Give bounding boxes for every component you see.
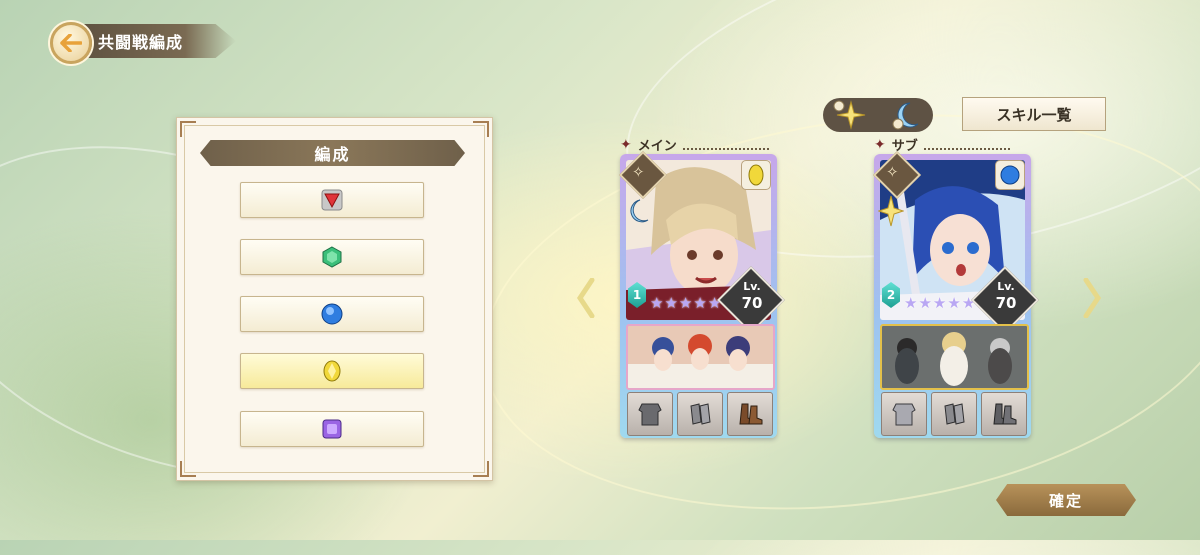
star-icon: ★ — [693, 294, 707, 312]
equipment-slot-gloves[interactable] — [677, 392, 723, 436]
equipment-slot-armor[interactable] — [881, 392, 927, 436]
corner-ornament — [180, 121, 196, 137]
skill-list-button[interactable]: スキル一覧 — [962, 97, 1106, 131]
corner-ornament — [180, 461, 196, 477]
armor-icon — [638, 403, 662, 426]
purple-square-gem-icon — [321, 418, 343, 440]
back-button[interactable] — [50, 22, 92, 64]
star-rating: ★ ★ ★ ★ ★ — [650, 294, 721, 312]
formation-title-bar: 編成 — [200, 140, 465, 166]
yellow-element-gem-icon — [748, 164, 764, 186]
armor-icon — [892, 403, 916, 426]
skill-mode-toggle[interactable] — [823, 98, 933, 132]
dotted-divider — [682, 140, 769, 150]
level-badge: Lv. 70 — [733, 279, 771, 311]
star-icon: ★ — [947, 294, 961, 312]
star-icon: ★ — [664, 294, 678, 312]
boots-icon — [739, 403, 763, 425]
dotted-divider — [923, 140, 1010, 150]
sub-support-art — [880, 324, 1029, 390]
blue-element-gem-icon — [1000, 165, 1020, 185]
corner-ornament — [473, 461, 489, 477]
screen-title: 共闘戦編成 — [98, 33, 184, 52]
red-triangle-gem-icon — [321, 189, 343, 211]
sun-star-icon — [833, 100, 865, 130]
previous-arrow-icon[interactable] — [576, 278, 596, 318]
sub-character-card[interactable]: ✧ 2 ★ ★ ★ ★ ★ Lv. 70 — [872, 150, 1039, 438]
equipment-slot-boots[interactable] — [727, 392, 773, 436]
equipment-slot-gloves[interactable] — [931, 392, 977, 436]
formation-slot-red[interactable] — [240, 182, 424, 218]
formation-title: 編成 — [314, 145, 351, 164]
role-icon: ✧ — [886, 163, 899, 181]
corner-ornament — [473, 121, 489, 137]
back-arrow-icon — [60, 34, 82, 52]
star-icon: ★ — [650, 294, 664, 312]
moon-icon — [892, 102, 918, 130]
formation-slot-purple[interactable] — [240, 411, 424, 447]
main-character-card[interactable]: ✧ 1 ★ ★ ★ ★ ★ Lv. 70 — [618, 150, 785, 438]
formation-slot-green[interactable] — [240, 239, 424, 275]
yellow-diamond-gem-icon — [321, 360, 343, 382]
diamond-star-icon: ✦ — [874, 136, 886, 153]
formation-slot-blue[interactable] — [240, 296, 424, 332]
star-icon: ★ — [932, 294, 947, 312]
sub-label-row: ✦ サブ — [874, 135, 1010, 154]
star-icon: ★ — [918, 294, 932, 312]
gauntlet-icon — [944, 403, 965, 425]
level-prefix: Lv. — [743, 280, 761, 293]
green-hexagon-gem-icon — [321, 246, 343, 268]
level-value: 70 — [995, 294, 1017, 312]
sub-element-badge — [995, 160, 1025, 190]
gauntlet-icon — [690, 403, 711, 425]
main-element-badge — [741, 160, 771, 190]
boots-icon — [993, 403, 1017, 425]
star-rating: ★ ★ ★ ★ ★ — [904, 294, 975, 312]
diamond-star-icon: ✦ — [620, 136, 632, 153]
level-value: 70 — [741, 294, 763, 312]
level-prefix: Lv. — [997, 280, 1015, 293]
level-badge: Lv. 70 — [987, 279, 1025, 311]
blue-circle-gem-icon — [321, 303, 343, 325]
formation-slot-yellow[interactable] — [240, 353, 424, 389]
moon-skill-icon — [630, 199, 649, 223]
sun-star-skill-icon — [878, 195, 904, 227]
equipment-slot-armor[interactable] — [627, 392, 673, 436]
role-icon: ✧ — [632, 163, 645, 181]
equipment-slot-boots[interactable] — [981, 392, 1027, 436]
star-icon: ★ — [904, 294, 918, 312]
confirm-button[interactable]: 確定 — [996, 484, 1136, 516]
star-icon: ★ — [678, 294, 693, 312]
next-arrow-icon[interactable] — [1082, 278, 1102, 318]
main-support-art — [626, 324, 775, 390]
